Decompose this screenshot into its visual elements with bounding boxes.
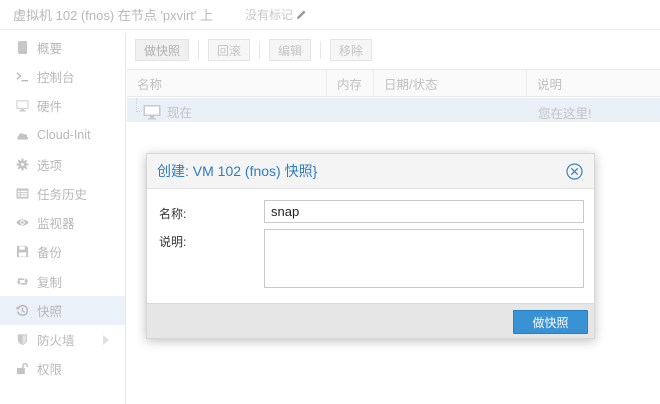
column-header-name[interactable]: 名称: [127, 70, 327, 96]
description-label: 说明:: [159, 235, 187, 249]
sidebar-item-backup[interactable]: 备份: [0, 237, 125, 266]
sidebar-item-label: 备份: [37, 246, 63, 261]
toolbar-separator: [259, 41, 261, 59]
grid-header: 名称 内存 日期/状态 说明: [127, 69, 660, 97]
edit-button[interactable]: 编辑: [269, 39, 312, 61]
eye-icon: [14, 215, 30, 231]
create-snapshot-dialog: 创建: VM 102 (fnos) 快照} 名称: 说明: 做快照: [146, 153, 595, 339]
sidebar-item-label: 控制台: [37, 71, 75, 86]
sidebar-item-label: Cloud-Init: [37, 128, 91, 143]
sidebar-item-summary[interactable]: 概要: [0, 33, 125, 62]
floppy-icon: [14, 244, 30, 260]
sidebar-item-monitor[interactable]: 监视器: [0, 208, 125, 237]
column-header-date-status[interactable]: 日期/状态: [374, 70, 527, 96]
column-header-description[interactable]: 说明: [527, 70, 660, 96]
tags-label: 没有标记: [245, 8, 294, 22]
close-icon[interactable]: [566, 163, 583, 180]
row-name: 现在: [167, 106, 193, 120]
sidebar-item-label: 任务历史: [37, 188, 88, 203]
row-description: 您在这里!: [538, 107, 592, 121]
page-title: 虚拟机 102 (fnos) 在节点 'pxvirt' 上: [13, 8, 214, 23]
dialog-header: 创建: VM 102 (fnos) 快照}: [147, 154, 594, 189]
sidebar-item-options[interactable]: 选项: [0, 150, 125, 179]
name-label: 名称:: [159, 207, 187, 221]
sidebar-item-task-history[interactable]: 任务历史: [0, 179, 125, 208]
book-icon: [14, 40, 30, 56]
sidebar-item-hardware[interactable]: 硬件: [0, 91, 125, 120]
retweet-icon: [14, 273, 30, 289]
toolbar: 做快照 回滚 编辑 移除: [127, 33, 660, 67]
history-icon: [14, 302, 30, 318]
pencil-icon: [296, 10, 306, 20]
remove-button[interactable]: 移除: [330, 39, 373, 61]
list-icon: [14, 186, 30, 202]
current-state-cell: 现在: [143, 102, 192, 121]
table-row[interactable]: 现在 您在这里!: [127, 98, 660, 122]
tags-edit[interactable]: 没有标记: [245, 6, 307, 23]
toolbar-separator: [198, 41, 200, 59]
sidebar: 概要 控制台 硬件 Cloud-Init 选项 任务历史 监视器 备份 复制 快…: [0, 33, 126, 404]
sidebar-item-firewall[interactable]: 防火墙: [0, 325, 125, 354]
sidebar-item-label: 监视器: [37, 217, 75, 232]
sidebar-item-cloudinit[interactable]: Cloud-Init: [0, 121, 125, 150]
terminal-icon: [14, 69, 30, 85]
sidebar-item-console[interactable]: 控制台: [0, 62, 125, 91]
sidebar-item-label: 选项: [37, 158, 63, 173]
sidebar-item-replication[interactable]: 复制: [0, 267, 125, 296]
column-header-memory[interactable]: 内存: [327, 70, 374, 96]
header-bar: 虚拟机 102 (fnos) 在节点 'pxvirt' 上 没有标记: [0, 0, 660, 30]
monitor-icon: [143, 104, 161, 119]
sidebar-item-label: 防火墙: [37, 333, 75, 348]
sidebar-item-permissions[interactable]: 权限: [0, 354, 125, 383]
rollback-button[interactable]: 回滚: [208, 39, 251, 61]
dialog-title: 创建: VM 102 (fnos) 快照}: [157, 163, 318, 179]
expand-arrow-icon[interactable]: [103, 334, 109, 345]
unlock-icon: [14, 361, 30, 377]
cloud-icon: [14, 127, 30, 143]
dialog-footer: 做快照: [147, 303, 594, 338]
sidebar-item-label: 快照: [37, 304, 63, 319]
sidebar-item-snapshots[interactable]: 快照: [0, 295, 125, 325]
tree-connector: [136, 98, 142, 112]
toolbar-separator: [320, 41, 322, 59]
shield-icon: [14, 331, 30, 347]
take-snapshot-button[interactable]: 做快照: [135, 39, 190, 61]
snapshot-description-input[interactable]: [264, 229, 584, 288]
sidebar-item-label: 复制: [37, 275, 63, 290]
sidebar-item-label: 硬件: [37, 100, 63, 115]
monitor-icon: [14, 98, 30, 114]
gear-icon: [14, 156, 30, 172]
snapshot-name-input[interactable]: [264, 200, 584, 223]
sidebar-item-label: 概要: [37, 42, 63, 57]
take-snapshot-confirm-button[interactable]: 做快照: [513, 310, 588, 334]
sidebar-item-label: 权限: [37, 363, 63, 378]
